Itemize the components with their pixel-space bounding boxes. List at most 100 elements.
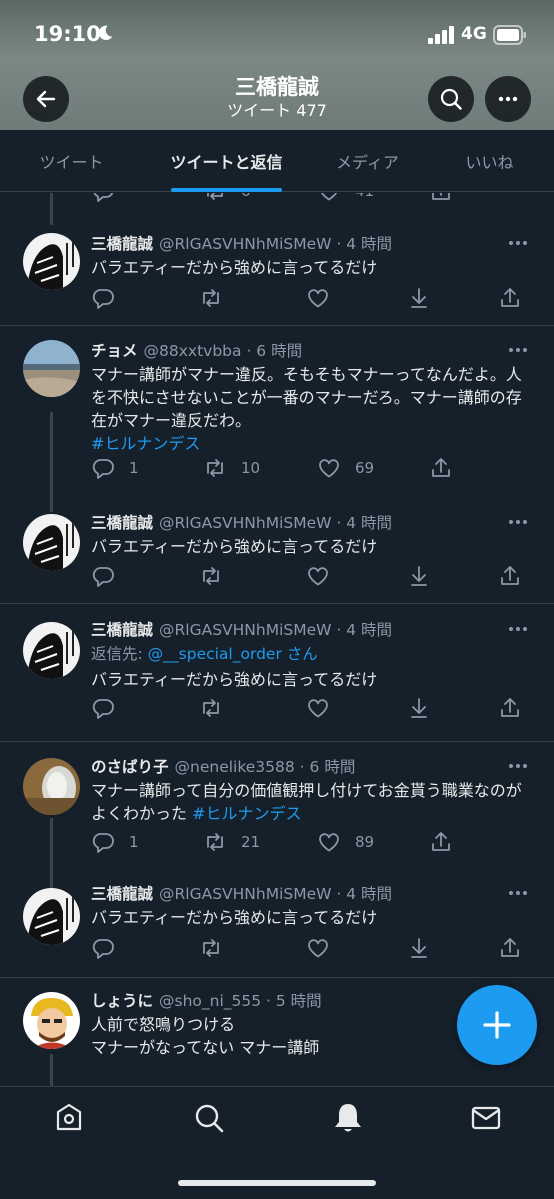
like-button[interactable]: 69 [317, 456, 374, 480]
like-button[interactable] [306, 936, 330, 960]
more-icon[interactable] [507, 622, 529, 636]
tweet-author-name[interactable]: 三橋龍誠 [91, 885, 153, 903]
tweet-author-name[interactable]: 三橋龍誠 [91, 514, 153, 532]
more-icon[interactable] [507, 759, 529, 773]
reply-icon [92, 289, 114, 309]
tweet-author-name[interactable]: 三橋龍誠 [91, 621, 153, 639]
more-icon[interactable] [507, 886, 529, 900]
like-button[interactable]: 41 [317, 193, 374, 203]
retweet-button[interactable]: 10 [203, 456, 260, 480]
reply-button[interactable]: 1 [91, 456, 139, 480]
share-icon [501, 566, 519, 585]
download-button[interactable] [407, 564, 431, 588]
avatar[interactable] [23, 622, 80, 679]
profile-tabs: ツイート ツイートと返信 メディア いいね [0, 130, 554, 192]
tweet-author-name[interactable]: のさばり子 [91, 758, 169, 776]
more-icon[interactable] [507, 515, 529, 529]
tweet-text: バラエティーだから強めに言ってるだけ [91, 908, 378, 927]
download-button[interactable] [407, 696, 431, 720]
tweet[interactable]: 三橋龍誠 @RlGASVHNhMiSMeW · 4 時間 バラエティーだから強めに… [0, 872, 554, 978]
home-icon [56, 1103, 82, 1131]
reply-button[interactable] [91, 936, 115, 960]
avatar[interactable] [23, 758, 80, 815]
share-icon [501, 288, 519, 307]
tab-likes[interactable]: いいね [425, 130, 554, 192]
tweet[interactable]: 三橋龍誠 @RlGASVHNhMiSMeW · 4 時間 バラエティーだから強めに… [0, 496, 554, 604]
reply-button[interactable] [91, 696, 115, 720]
avatar[interactable] [23, 888, 80, 945]
avatar[interactable] [23, 340, 80, 397]
nav-messages[interactable] [469, 1101, 503, 1135]
battery-icon [493, 25, 526, 45]
retweet-button[interactable] [199, 286, 223, 310]
tweet[interactable]: 三橋龍誠 @RlGASVHNhMiSMeW · 4 時間 返信先: @__spec… [0, 604, 554, 742]
reply-handle-link[interactable]: @__special_order [148, 645, 282, 663]
retweet-icon [203, 699, 219, 717]
compose-tweet-button[interactable] [457, 985, 537, 1065]
home-indicator [178, 1180, 376, 1186]
nav-home[interactable] [52, 1101, 86, 1135]
like-button[interactable]: 89 [317, 830, 374, 854]
share-button[interactable] [498, 564, 522, 588]
tweet-actions [91, 696, 531, 720]
share-icon [432, 458, 450, 477]
avatar[interactable] [23, 992, 80, 1049]
retweet-count: 10 [241, 459, 261, 477]
share-button[interactable] [498, 696, 522, 720]
avatar[interactable] [23, 233, 80, 290]
like-count: 41 [355, 193, 374, 200]
profile-header: 19:10 4G 三橋龍誠 ツイート 477 [0, 0, 554, 130]
tab-tweets[interactable]: ツイート [0, 130, 143, 192]
hashtag-link[interactable]: #ヒルナンデス [192, 804, 301, 823]
download-button[interactable] [407, 286, 431, 310]
nav-notifications[interactable] [331, 1101, 365, 1135]
reply-button[interactable] [91, 286, 115, 310]
tweet-meta: @88xxtvbba · 6 時間 [143, 342, 303, 360]
share-button[interactable] [429, 830, 453, 854]
tweet[interactable]: のさばり子 @nenelike3588 · 6 時間 マナー講師って自分の価値観押… [0, 742, 554, 898]
share-button[interactable] [429, 456, 453, 480]
like-button[interactable] [306, 564, 330, 588]
reply-icon [92, 567, 114, 587]
avatar[interactable] [23, 514, 80, 571]
retweet-button[interactable]: 21 [203, 830, 260, 854]
status-bar: 19:10 4G [0, 0, 554, 64]
more-icon[interactable] [507, 236, 529, 250]
heart-icon [320, 193, 338, 201]
like-button[interactable] [306, 286, 330, 310]
retweet-button[interactable]: 6 [203, 193, 251, 203]
retweet-button[interactable] [199, 696, 223, 720]
download-icon [411, 288, 427, 308]
search-icon [195, 1104, 224, 1133]
retweet-button[interactable] [199, 936, 223, 960]
reply-count: 1 [129, 459, 139, 477]
retweet-button[interactable] [199, 564, 223, 588]
download-button[interactable] [407, 936, 431, 960]
tweet-text: バラエティーだから強めに言ってるだけ [91, 537, 378, 556]
more-icon[interactable] [507, 343, 529, 357]
hashtag-link[interactable]: #ヒルナンデス [91, 434, 200, 453]
tab-tweets-and-replies[interactable]: ツイートと返信 [143, 130, 310, 192]
tweet-text: マナー講師って自分の価値観押し付けてお金貰う職業なのがよくわかった #ヒルナンデ… [91, 781, 522, 823]
tweet[interactable]: 三橋龍誠 @RlGASVHNhMiSMeW · 4 時間 バラエティーだから強めに… [0, 210, 554, 326]
reply-button[interactable] [91, 564, 115, 588]
more-button[interactable] [485, 76, 531, 122]
plus-icon [483, 1011, 511, 1039]
share-button[interactable] [498, 286, 522, 310]
tweet-author-name[interactable]: しょうに [91, 992, 153, 1010]
search-icon [440, 88, 462, 110]
tweet[interactable]: チョメ @88xxtvbba · 6 時間 マナー講師がマナー違反。そもそもマナー… [0, 326, 554, 512]
tweet-author-name[interactable]: チョメ [91, 342, 138, 360]
tweet-author-name[interactable]: 三橋龍誠 [91, 235, 153, 253]
moon-icon [98, 25, 113, 41]
reply-button[interactable] [91, 193, 115, 203]
search-button[interactable] [428, 76, 474, 122]
reply-button[interactable]: 1 [91, 830, 139, 854]
tweet-meta: @RlGASVHNhMiSMeW · 4 時間 [159, 235, 393, 253]
download-icon [411, 566, 427, 586]
share-button[interactable] [429, 193, 453, 203]
like-button[interactable] [306, 696, 330, 720]
tab-media[interactable]: メディア [310, 130, 425, 192]
nav-search[interactable] [192, 1101, 226, 1135]
share-button[interactable] [498, 936, 522, 960]
